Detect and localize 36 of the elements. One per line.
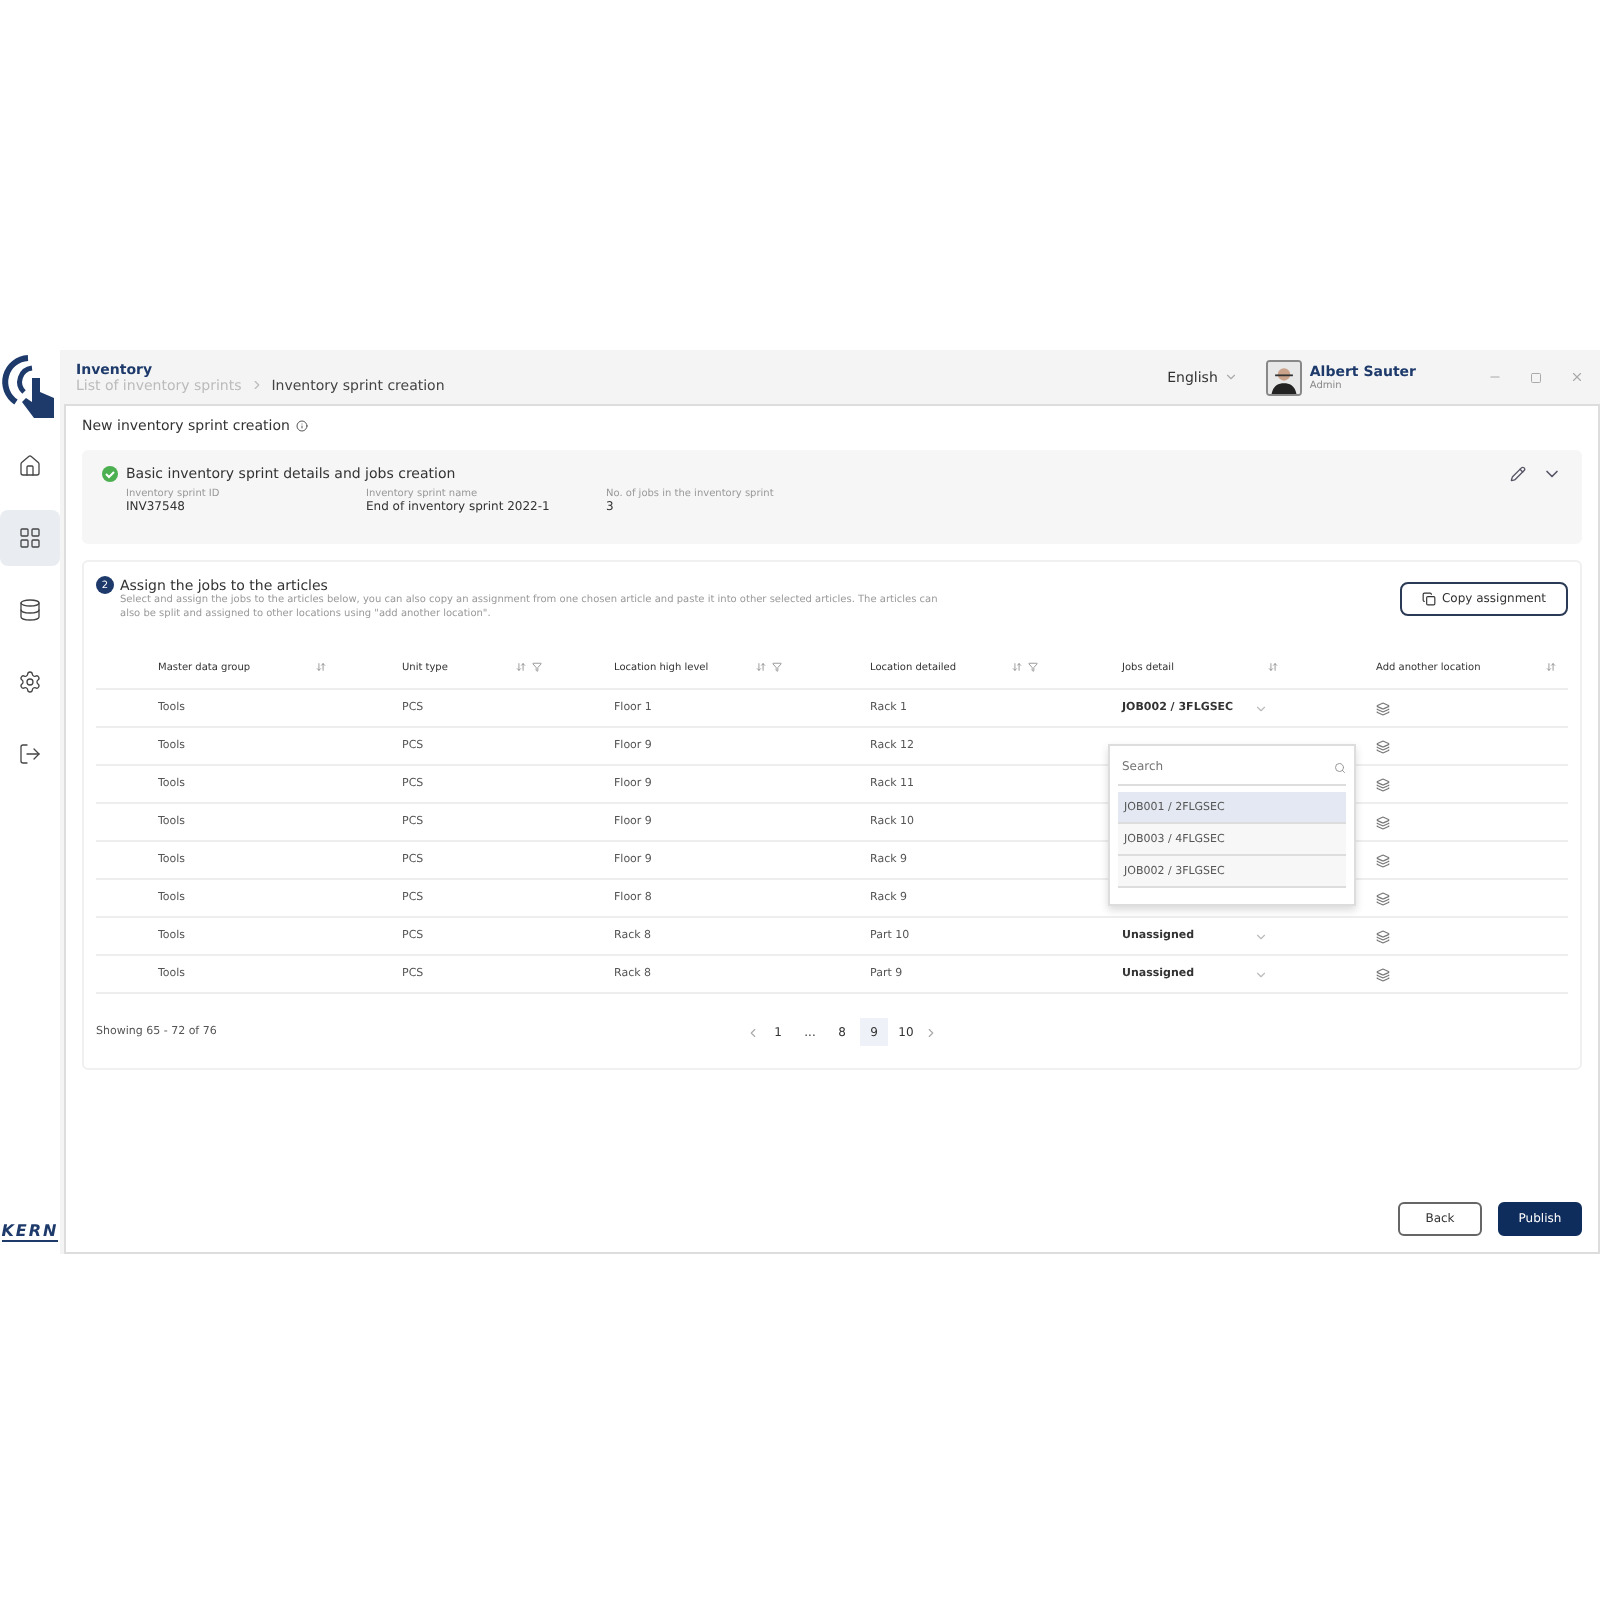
- filter-icon[interactable]: [772, 662, 782, 672]
- home-icon: [18, 454, 42, 478]
- add-location-icon[interactable]: [1376, 967, 1390, 981]
- settings-icon: [18, 670, 42, 694]
- sort-icon[interactable]: [756, 662, 766, 672]
- add-location-icon[interactable]: [1376, 777, 1390, 791]
- add-location-icon[interactable]: [1376, 701, 1390, 715]
- edit-icon[interactable]: [1510, 466, 1526, 482]
- chevron-icon: [1223, 370, 1238, 384]
- add-location-icon[interactable]: [1376, 929, 1390, 943]
- info-icon: [295, 420, 308, 432]
- add-location-icon[interactable]: [1376, 891, 1390, 905]
- grid-icon: [18, 526, 42, 550]
- copy-icon: [1421, 592, 1436, 606]
- add-location-icon[interactable]: [1376, 815, 1390, 829]
- chevron-icon: [249, 378, 264, 392]
- search-icon: [1334, 761, 1346, 773]
- hand-logo-icon: [0, 350, 60, 422]
- sort-icon[interactable]: [1012, 662, 1022, 672]
- exit-icon: [18, 742, 42, 766]
- maximize-icon[interactable]: [1530, 371, 1542, 383]
- filter-icon[interactable]: [1028, 662, 1038, 672]
- add-location-icon[interactable]: [1376, 853, 1390, 867]
- brand-logo: KERN: [1, 1222, 59, 1242]
- sort-icon[interactable]: [1268, 662, 1278, 672]
- nav-button[interactable]: [0, 510, 60, 566]
- sort-icon[interactable]: [1546, 662, 1556, 672]
- close-icon[interactable]: [1570, 370, 1584, 384]
- sort-icon[interactable]: [516, 662, 526, 672]
- add-location-icon[interactable]: [1376, 739, 1390, 753]
- filter-icon[interactable]: [532, 662, 542, 672]
- previous-page-icon[interactable]: [746, 1025, 760, 1039]
- sort-icon[interactable]: [316, 662, 326, 672]
- database-icon: [18, 598, 42, 622]
- minimize-icon[interactable]: [1488, 370, 1502, 384]
- next-page-icon[interactable]: [924, 1025, 938, 1039]
